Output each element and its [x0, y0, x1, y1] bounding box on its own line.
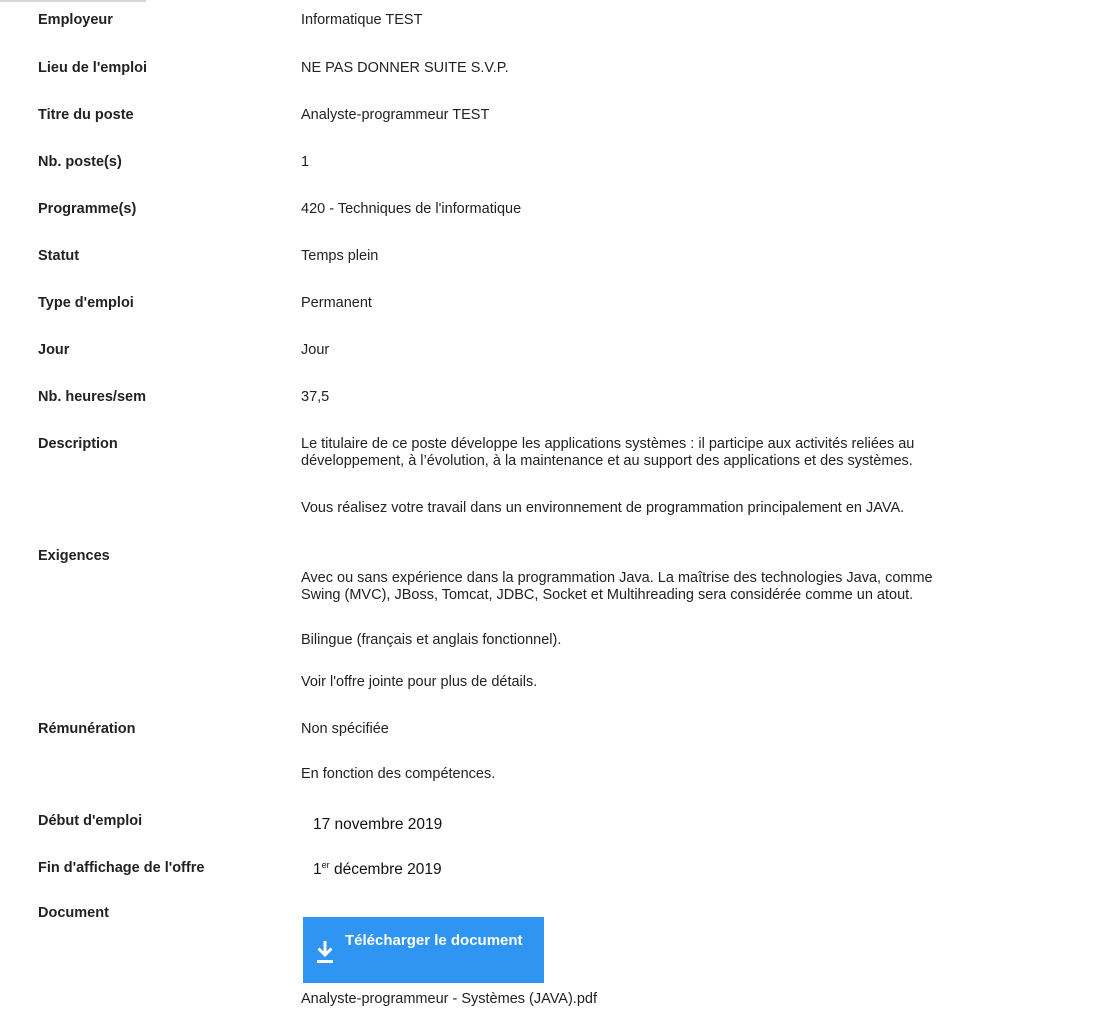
exigences-line: Bilingue (français et anglais fonctionne… [301, 632, 562, 648]
exigences-line: Swing (MVC), JBoss, Tomcat, JDBC, Socket… [301, 587, 914, 603]
description-line: Le titulaire de ce poste développe les a… [301, 436, 915, 452]
field-label: Titre du poste [38, 107, 134, 123]
field-value: 1er décembre 2019 [313, 859, 1112, 878]
description-line: Vous réalisez votre travail dans un envi… [301, 500, 905, 516]
field-label: Nb. poste(s) [38, 154, 122, 170]
field-value: Permanent [301, 295, 372, 311]
date-suffix: er [321, 859, 330, 870]
field-label: Fin d'affichage de l'offre [38, 860, 205, 876]
exigences-line: Voir l'offre jointe pour plus de détails… [301, 674, 538, 690]
field-value: 1 [301, 154, 310, 170]
date-rest: décembre 2019 [329, 861, 442, 878]
field-value: Analyste-programmeur TEST [301, 107, 490, 123]
download-icon [314, 939, 336, 965]
field-label: Type d'emploi [38, 295, 134, 311]
field-label: Document [38, 905, 109, 921]
field-value: NE PAS DONNER SUITE S.V.P. [301, 60, 509, 76]
field-label: Employeur [38, 12, 113, 28]
exigences-text: Avec ou sans expérience dans la programm… [301, 570, 1112, 604]
field-label: Programme(s) [38, 201, 137, 217]
description-line: développement, à l’évolution, à la maint… [301, 453, 913, 469]
description-paragraph: Vous réalisez votre travail dans un envi… [301, 500, 1112, 517]
download-button-label: Télécharger le document [345, 932, 523, 949]
field-value: Non spécifiée [301, 721, 389, 737]
document-filename: Analyste-programmeur - Systèmes (JAVA).p… [301, 991, 597, 1007]
field-value: 17 novembre 2019 [313, 816, 443, 833]
field-label: Description [38, 436, 118, 452]
download-document-button[interactable]: Télécharger le document [303, 917, 544, 983]
exigences-paragraph: Bilingue (français et anglais fonctionne… [301, 632, 1112, 649]
date-day: 1 [313, 861, 322, 878]
field-value: Jour [301, 342, 330, 358]
field-value: Informatique TEST [301, 12, 423, 28]
top-divider [0, 0, 146, 2]
field-label: Statut [38, 248, 80, 264]
field-label: Lieu de l'emploi [38, 60, 147, 76]
exigences-paragraph: Voir l'offre jointe pour plus de détails… [301, 674, 1112, 691]
field-label: Début d'emploi [38, 813, 143, 829]
field-label: Jour [38, 342, 70, 358]
description-text: Le titulaire de ce poste développe les a… [301, 436, 1112, 470]
remuneration-note: En fonction des compétences. [301, 766, 496, 782]
field-value: 420 - Techniques de l'informatique [301, 201, 522, 217]
field-value: 37,5 [301, 389, 330, 405]
field-label: Exigences [38, 548, 110, 564]
exigences-line: Avec ou sans expérience dans la programm… [301, 570, 933, 586]
field-label: Rémunération [38, 721, 136, 737]
field-label: Nb. heures/sem [38, 389, 146, 405]
field-value: Temps plein [301, 248, 379, 264]
